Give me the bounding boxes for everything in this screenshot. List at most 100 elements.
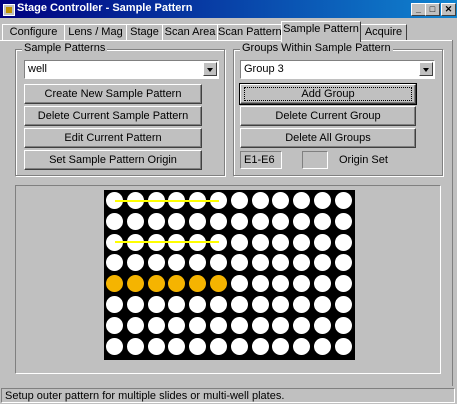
well[interactable]	[313, 295, 332, 314]
well[interactable]	[105, 336, 124, 356]
well[interactable]	[188, 295, 208, 314]
well[interactable]	[271, 295, 291, 314]
well[interactable]	[250, 191, 270, 210]
app-icon[interactable]	[3, 4, 15, 16]
well[interactable]	[313, 253, 332, 273]
well[interactable]	[292, 191, 312, 210]
tab-scan-area[interactable]: Scan Area	[162, 24, 218, 41]
well[interactable]	[250, 315, 270, 335]
well[interactable]	[125, 336, 145, 356]
well[interactable]	[146, 336, 166, 356]
well[interactable]	[292, 253, 312, 273]
well[interactable]	[209, 253, 228, 273]
chevron-down-icon[interactable]	[419, 62, 433, 76]
well[interactable]	[292, 315, 312, 335]
well[interactable]	[271, 191, 291, 210]
minimize-button[interactable]: _	[411, 3, 426, 16]
well[interactable]	[271, 336, 291, 356]
tab-stage[interactable]: Stage	[126, 24, 163, 41]
well[interactable]	[229, 315, 249, 335]
well[interactable]	[167, 274, 187, 294]
well[interactable]	[105, 295, 124, 314]
well[interactable]	[271, 253, 291, 273]
tab-sample-pattern[interactable]: Sample Pattern	[281, 21, 361, 42]
well[interactable]	[333, 232, 353, 252]
well[interactable]	[333, 336, 353, 356]
well[interactable]	[146, 295, 166, 314]
well[interactable]	[167, 315, 187, 335]
close-button[interactable]: ✕	[441, 3, 456, 16]
delete-sample-pattern-button[interactable]: Delete Current Sample Pattern	[24, 106, 202, 126]
well[interactable]	[188, 253, 208, 273]
well[interactable]	[271, 232, 291, 252]
well[interactable]	[188, 274, 208, 294]
well[interactable]	[105, 315, 124, 335]
set-origin-button[interactable]: Set Sample Pattern Origin	[24, 150, 202, 170]
well[interactable]	[229, 191, 249, 210]
well[interactable]	[292, 211, 312, 231]
well[interactable]	[146, 274, 166, 294]
well[interactable]	[125, 253, 145, 273]
well[interactable]	[188, 211, 208, 231]
well[interactable]	[105, 274, 124, 294]
chevron-down-icon[interactable]	[203, 62, 217, 76]
well[interactable]	[333, 295, 353, 314]
well[interactable]	[333, 274, 353, 294]
delete-current-group-button[interactable]: Delete Current Group	[240, 106, 416, 126]
well[interactable]	[292, 295, 312, 314]
well[interactable]	[250, 232, 270, 252]
delete-all-groups-button[interactable]: Delete All Groups	[240, 128, 416, 148]
well[interactable]	[229, 253, 249, 273]
well[interactable]	[167, 336, 187, 356]
well[interactable]	[125, 295, 145, 314]
well[interactable]	[333, 315, 353, 335]
well[interactable]	[313, 232, 332, 252]
well[interactable]	[313, 336, 332, 356]
well[interactable]	[209, 211, 228, 231]
well[interactable]	[146, 315, 166, 335]
well[interactable]	[250, 253, 270, 273]
well[interactable]	[250, 336, 270, 356]
well[interactable]	[125, 274, 145, 294]
well[interactable]	[229, 211, 249, 231]
well[interactable]	[167, 211, 187, 231]
well[interactable]	[250, 274, 270, 294]
well[interactable]	[188, 336, 208, 356]
tab-acquire[interactable]: Acquire	[360, 24, 407, 41]
group-select[interactable]: Group 3	[240, 60, 435, 79]
well[interactable]	[167, 295, 187, 314]
well[interactable]	[292, 336, 312, 356]
well[interactable]	[313, 211, 332, 231]
maximize-button[interactable]: □	[425, 3, 440, 16]
well[interactable]	[250, 295, 270, 314]
well[interactable]	[105, 211, 124, 231]
well[interactable]	[292, 232, 312, 252]
well[interactable]	[333, 253, 353, 273]
well[interactable]	[271, 211, 291, 231]
well[interactable]	[229, 295, 249, 314]
well[interactable]	[333, 191, 353, 210]
well[interactable]	[125, 315, 145, 335]
well[interactable]	[333, 211, 353, 231]
edit-pattern-button[interactable]: Edit Current Pattern	[24, 128, 202, 148]
tab-configure[interactable]: Configure	[2, 24, 65, 41]
well[interactable]	[105, 253, 124, 273]
well[interactable]	[313, 274, 332, 294]
well[interactable]	[313, 191, 332, 210]
tab-lens-mag[interactable]: Lens / Mag	[64, 24, 127, 41]
well[interactable]	[313, 315, 332, 335]
well[interactable]	[167, 253, 187, 273]
well[interactable]	[209, 274, 228, 294]
create-sample-pattern-button[interactable]: Create New Sample Pattern	[24, 84, 202, 104]
well[interactable]	[125, 211, 145, 231]
tab-scan-pattern[interactable]: Scan Pattern	[217, 24, 282, 41]
add-group-button[interactable]: Add Group	[239, 83, 417, 105]
well-plate[interactable]	[104, 190, 355, 360]
well[interactable]	[229, 274, 249, 294]
well[interactable]	[229, 336, 249, 356]
well[interactable]	[146, 211, 166, 231]
well[interactable]	[271, 315, 291, 335]
well[interactable]	[146, 253, 166, 273]
well[interactable]	[250, 211, 270, 231]
well[interactable]	[229, 232, 249, 252]
